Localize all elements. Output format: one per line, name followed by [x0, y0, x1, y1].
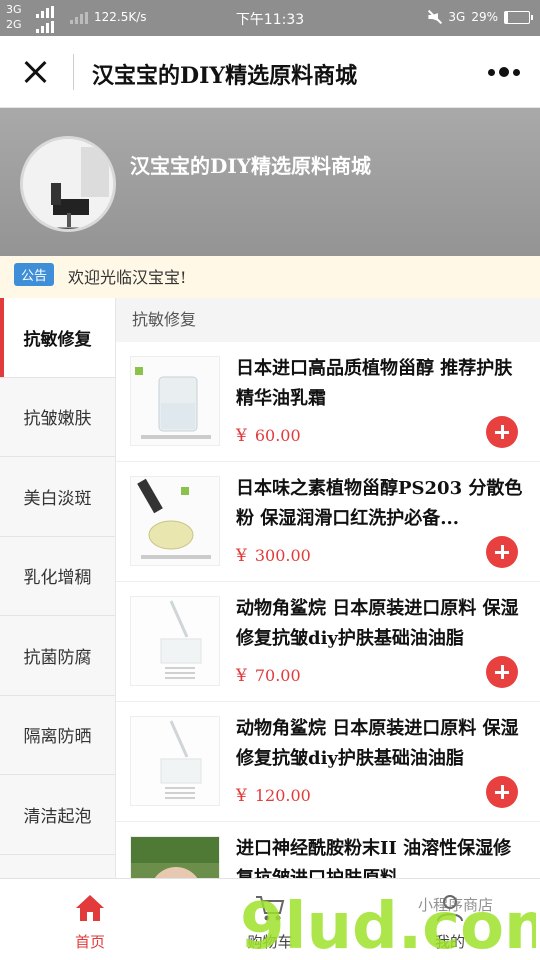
section-title: 抗敏修复 [132, 310, 197, 329]
add-to-cart-button[interactable] [486, 776, 518, 808]
product-name: 进口神经酰胺粉末II 油溶性保湿修复抗皱进口护肤原料 [236, 838, 512, 878]
sidebar-item-whitening[interactable]: 美白淡斑 [0, 457, 115, 537]
battery-label: 29% [471, 10, 498, 24]
sidebar-item-cleansing[interactable]: 清洁起泡 [0, 775, 115, 855]
add-to-cart-button[interactable] [486, 416, 518, 448]
add-to-cart-button[interactable] [486, 656, 518, 688]
tab-profile[interactable]: 我的 [360, 879, 540, 960]
tab-home[interactable]: 首页 [0, 879, 180, 960]
product-card[interactable]: 动物角鲨烷 日本原装进口原料 保湿修复抗皱diy护肤基础油油脂 ¥120.00 [116, 702, 540, 822]
product-name: 动物角鲨烷 日本原装进口原料 保湿修复抗皱diy护肤基础油油脂 [236, 598, 519, 649]
product-image [130, 356, 220, 446]
notice-text: 欢迎光临汉宝宝! [68, 268, 187, 287]
add-to-cart-button[interactable] [486, 536, 518, 568]
product-card[interactable]: 动物角鲨烷 日本原装进口原料 保湿修复抗皱diy护肤基础油油脂 ¥70.00 [116, 582, 540, 702]
sidebar-item-anti-allergy[interactable]: 抗敏修复 [0, 298, 115, 378]
page-title: 汉宝宝的DIY精选原料商城 [92, 63, 358, 89]
battery-icon [504, 10, 533, 24]
oil-cup-image-icon [131, 477, 219, 565]
product-price: ¥300.00 [236, 546, 311, 566]
sidebar-item-anti-wrinkle[interactable]: 抗皱嫩肤 [0, 378, 115, 457]
sidebar-item-label: 美白淡斑 [23, 488, 92, 509]
product-price: ¥120.00 [236, 786, 311, 806]
close-icon[interactable] [20, 56, 52, 88]
sidebar-item-sunscreen[interactable]: 隔离防晒 [0, 696, 115, 775]
product-name: 动物角鲨烷 日本原装进口原料 保湿修复抗皱diy护肤基础油油脂 [236, 718, 519, 769]
beaker-image-icon [131, 357, 219, 445]
portrait-image-icon [131, 837, 219, 878]
tab-label: 我的 [434, 933, 465, 951]
shop-avatar[interactable] [20, 136, 116, 232]
mute-icon [426, 9, 442, 25]
notice-bar: 公告 欢迎光临汉宝宝! [0, 256, 540, 298]
pipette-image-icon [131, 717, 219, 805]
category-sidebar: 抗敏修复 抗皱嫩肤 美白淡斑 乳化增稠 抗菌防腐 隔离防晒 清洁起泡 [0, 298, 116, 878]
product-image [130, 596, 220, 686]
product-name: 日本味之素植物甾醇PS203 分散色粉 保湿润滑口红洗护必备... [236, 478, 523, 529]
divider [73, 54, 74, 90]
title-bar: 汉宝宝的DIY精选原料商城 [0, 36, 540, 108]
cart-icon [256, 896, 285, 921]
status-right: 3G 29% [426, 9, 533, 25]
notice-badge: 公告 [14, 263, 55, 286]
product-card[interactable]: 日本进口高品质植物甾醇 推荐护肤精华油乳霜 ¥60.00 [116, 342, 540, 462]
network-right-label: 3G [448, 10, 466, 24]
shop-name: 汉宝宝的DIY精选原料商城 [130, 154, 371, 178]
sidebar-item-label: 清洁起泡 [23, 806, 92, 827]
product-price: ¥70.00 [236, 666, 301, 686]
tab-label: 购物车 [247, 933, 293, 951]
tab-cart[interactable]: 购物车 [180, 879, 360, 960]
tab-label: 首页 [74, 933, 105, 951]
chair-image-icon [23, 139, 113, 229]
status-bar: 3G 2G 122.5K/s 下午11:33 3G 29% [0, 0, 540, 36]
sidebar-item-label: 抗敏修复 [23, 329, 92, 350]
product-name: 日本进口高品质植物甾醇 推荐护肤精华油乳霜 [236, 358, 513, 409]
product-image [130, 836, 220, 878]
sidebar-item-label: 抗皱嫩肤 [23, 409, 92, 430]
sidebar-item-label: 隔离防晒 [23, 727, 92, 748]
more-icon[interactable] [488, 66, 520, 78]
shop-banner: 汉宝宝的DIY精选原料商城 [0, 108, 540, 256]
sidebar-item-antibacterial[interactable]: 抗菌防腐 [0, 616, 115, 696]
product-image [130, 716, 220, 806]
product-image [130, 476, 220, 566]
pipette-image-icon [131, 597, 219, 685]
sidebar-item-label: 乳化增稠 [23, 568, 92, 589]
product-card[interactable]: 日本味之素植物甾醇PS203 分散色粉 保湿润滑口红洗护必备... ¥300.0… [116, 462, 540, 582]
home-icon [76, 895, 104, 921]
user-icon [437, 895, 463, 922]
product-price: ¥60.00 [236, 426, 301, 446]
product-list: 抗敏修复 日本进口高品质植物甾醇 推荐护肤精华油乳霜 ¥60.00 日本味之素植… [116, 298, 540, 878]
bottom-tab-bar: 首页 购物车 我的 [0, 878, 540, 960]
sidebar-item-label: 抗菌防腐 [23, 647, 92, 668]
product-card[interactable]: 进口神经酰胺粉末II 油溶性保湿修复抗皱进口护肤原料 [116, 822, 540, 878]
sidebar-item-emulsifying[interactable]: 乳化增稠 [0, 537, 115, 616]
